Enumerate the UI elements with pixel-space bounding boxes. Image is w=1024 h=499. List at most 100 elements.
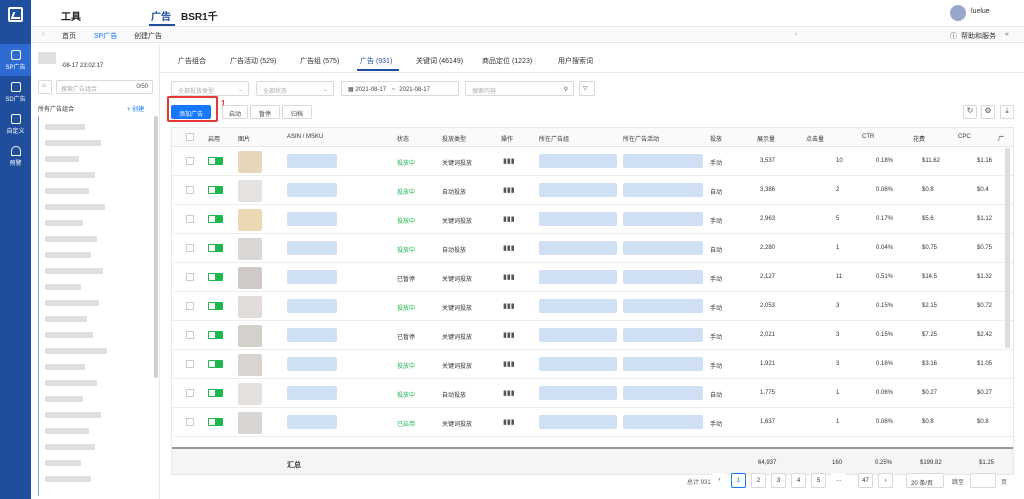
rail-item-alarm[interactable]: 预警: [0, 146, 31, 167]
enable-toggle[interactable]: [208, 302, 223, 310]
adgroup-blurred[interactable]: [539, 241, 617, 255]
help-link[interactable]: 帮助和服务: [961, 31, 996, 41]
adgroup-blurred[interactable]: [539, 328, 617, 342]
list-item[interactable]: [45, 284, 81, 290]
back-icon[interactable]: ‹: [42, 31, 44, 38]
all-portfolios[interactable]: 所有广告组合: [38, 104, 74, 113]
list-item[interactable]: [45, 412, 101, 418]
home-icon[interactable]: ⌂: [38, 80, 52, 94]
page-3[interactable]: 3: [771, 473, 786, 488]
bar-chart-icon[interactable]: ▮▮▮: [503, 244, 515, 252]
adgroup-blurred[interactable]: [539, 154, 617, 168]
list-item[interactable]: [45, 188, 89, 194]
create-portfolio-button[interactable]: + 创建: [127, 104, 144, 113]
row-checkbox[interactable]: [186, 157, 194, 165]
campaign-blurred[interactable]: [623, 154, 703, 168]
row-checkbox[interactable]: [186, 302, 194, 310]
asin-blurred[interactable]: [287, 154, 337, 168]
date-range-picker[interactable]: ▦ 2021-08-17 ~2021-08-17: [341, 81, 459, 96]
bar-chart-icon[interactable]: ▮▮▮: [503, 273, 515, 281]
pause-button[interactable]: 暂停: [250, 105, 280, 119]
tab-search-terms[interactable]: 用户搜索词: [558, 56, 593, 66]
list-item[interactable]: [45, 396, 83, 402]
tab-bsr[interactable]: BSR1千: [181, 8, 218, 23]
list-item[interactable]: [45, 460, 81, 466]
row-checkbox[interactable]: [186, 186, 194, 194]
status-filter-select[interactable]: 全部状态 ⌄: [256, 81, 334, 96]
list-item[interactable]: [45, 476, 91, 482]
next-page-icon[interactable]: ›: [878, 473, 893, 488]
col-cost[interactable]: 花费: [913, 134, 925, 143]
page-2[interactable]: 2: [751, 473, 766, 488]
sidebar-scrollbar[interactable]: [154, 116, 158, 378]
download-icon[interactable]: ⤓: [1000, 105, 1014, 119]
tab-tools[interactable]: 工具: [61, 8, 81, 23]
app-logo-icon[interactable]: [8, 7, 23, 22]
table-row[interactable]: 已暂停 关键词投放 ▮▮▮ 手动 2,127 11 0.51% $14.5 $1.32: [172, 263, 1013, 292]
tab-campaigns[interactable]: 广告活动 (529): [230, 56, 276, 66]
col-impressions[interactable]: 展示量: [757, 134, 775, 143]
bar-chart-icon[interactable]: ▮▮▮: [503, 331, 515, 339]
breadcrumb-create[interactable]: 创建广告: [134, 31, 162, 41]
page-ellipsis[interactable]: ...: [831, 473, 846, 488]
list-item[interactable]: [45, 140, 101, 146]
bar-chart-icon[interactable]: ▮▮▮: [503, 215, 515, 223]
bar-chart-icon[interactable]: ▮▮▮: [503, 302, 515, 310]
table-row[interactable]: 投放中 自动投放 ▮▮▮ 自动 1,775 1 0.06% $0.27 $0.27: [172, 379, 1013, 408]
row-checkbox[interactable]: [186, 360, 194, 368]
list-item[interactable]: [45, 444, 95, 450]
bar-chart-icon[interactable]: ▮▮▮: [503, 389, 515, 397]
tab-keywords[interactable]: 关键词 (46149): [416, 56, 463, 66]
page-1[interactable]: 1: [731, 473, 746, 488]
row-checkbox[interactable]: [186, 273, 194, 281]
campaign-blurred[interactable]: [623, 386, 703, 400]
forward-icon[interactable]: ›: [795, 31, 797, 38]
asin-blurred[interactable]: [287, 270, 337, 284]
bar-chart-icon[interactable]: ▮▮▮: [503, 360, 515, 368]
table-row[interactable]: 已暂停 关键词投放 ▮▮▮ 手动 2,021 3 0.15% $7.25 $2.42: [172, 321, 1013, 350]
enable-toggle[interactable]: [208, 331, 223, 339]
row-checkbox[interactable]: [186, 215, 194, 223]
select-all-checkbox[interactable]: [186, 133, 194, 141]
gear-icon[interactable]: ⚙: [981, 105, 995, 119]
page-47[interactable]: 47: [858, 473, 873, 488]
row-checkbox[interactable]: [186, 244, 194, 252]
collapse-icon[interactable]: «: [1005, 31, 1009, 38]
breadcrumb-sp[interactable]: SP广告: [94, 31, 117, 41]
adgroup-blurred[interactable]: [539, 299, 617, 313]
asin-blurred[interactable]: [287, 299, 337, 313]
goto-page-input[interactable]: [970, 473, 996, 488]
asin-blurred[interactable]: [287, 241, 337, 255]
list-item[interactable]: [45, 300, 99, 306]
list-item[interactable]: [45, 236, 97, 242]
list-item[interactable]: [45, 380, 97, 386]
archive-button[interactable]: 归档: [282, 105, 312, 119]
list-item[interactable]: [45, 156, 79, 162]
list-item[interactable]: [45, 172, 95, 178]
enable-toggle[interactable]: [208, 186, 223, 194]
row-checkbox[interactable]: [186, 389, 194, 397]
tab-portfolios[interactable]: 广告组合: [178, 56, 206, 66]
table-row[interactable]: 投放中 关键词投放 ▮▮▮ 手动 2,963 5 0.17% $5.6 $1.12: [172, 205, 1013, 234]
portfolio-search-input[interactable]: 搜索广告组合 0/50: [56, 80, 153, 94]
campaign-blurred[interactable]: [623, 183, 703, 197]
col-cpc[interactable]: CPC: [958, 134, 971, 140]
enable-toggle[interactable]: [208, 273, 223, 281]
bar-chart-icon[interactable]: ▮▮▮: [503, 157, 515, 165]
table-row[interactable]: 投放中 自动投放 ▮▮▮ 自动 2,280 1 0.04% $0.75 $0.75: [172, 234, 1013, 263]
adgroup-blurred[interactable]: [539, 386, 617, 400]
page-size-select[interactable]: 20 条/页: [906, 473, 944, 488]
adgroup-blurred[interactable]: [539, 183, 617, 197]
table-row[interactable]: 投放中 关键词投放 ▮▮▮ 手动 1,921 3 0.16% $3.16 $1.05: [172, 350, 1013, 379]
campaign-blurred[interactable]: [623, 241, 703, 255]
table-scrollbar[interactable]: [1005, 148, 1010, 348]
enable-toggle[interactable]: [208, 360, 223, 368]
bar-chart-icon[interactable]: ▮▮▮: [503, 418, 515, 426]
content-search-input[interactable]: 搜索内容 ⚲: [465, 81, 574, 96]
list-item[interactable]: [45, 364, 85, 370]
list-item[interactable]: [45, 268, 103, 274]
enable-button[interactable]: 启动: [222, 105, 248, 119]
rail-item-custom[interactable]: 自定义: [0, 114, 31, 135]
campaign-blurred[interactable]: [623, 299, 703, 313]
page-4[interactable]: 4: [791, 473, 806, 488]
